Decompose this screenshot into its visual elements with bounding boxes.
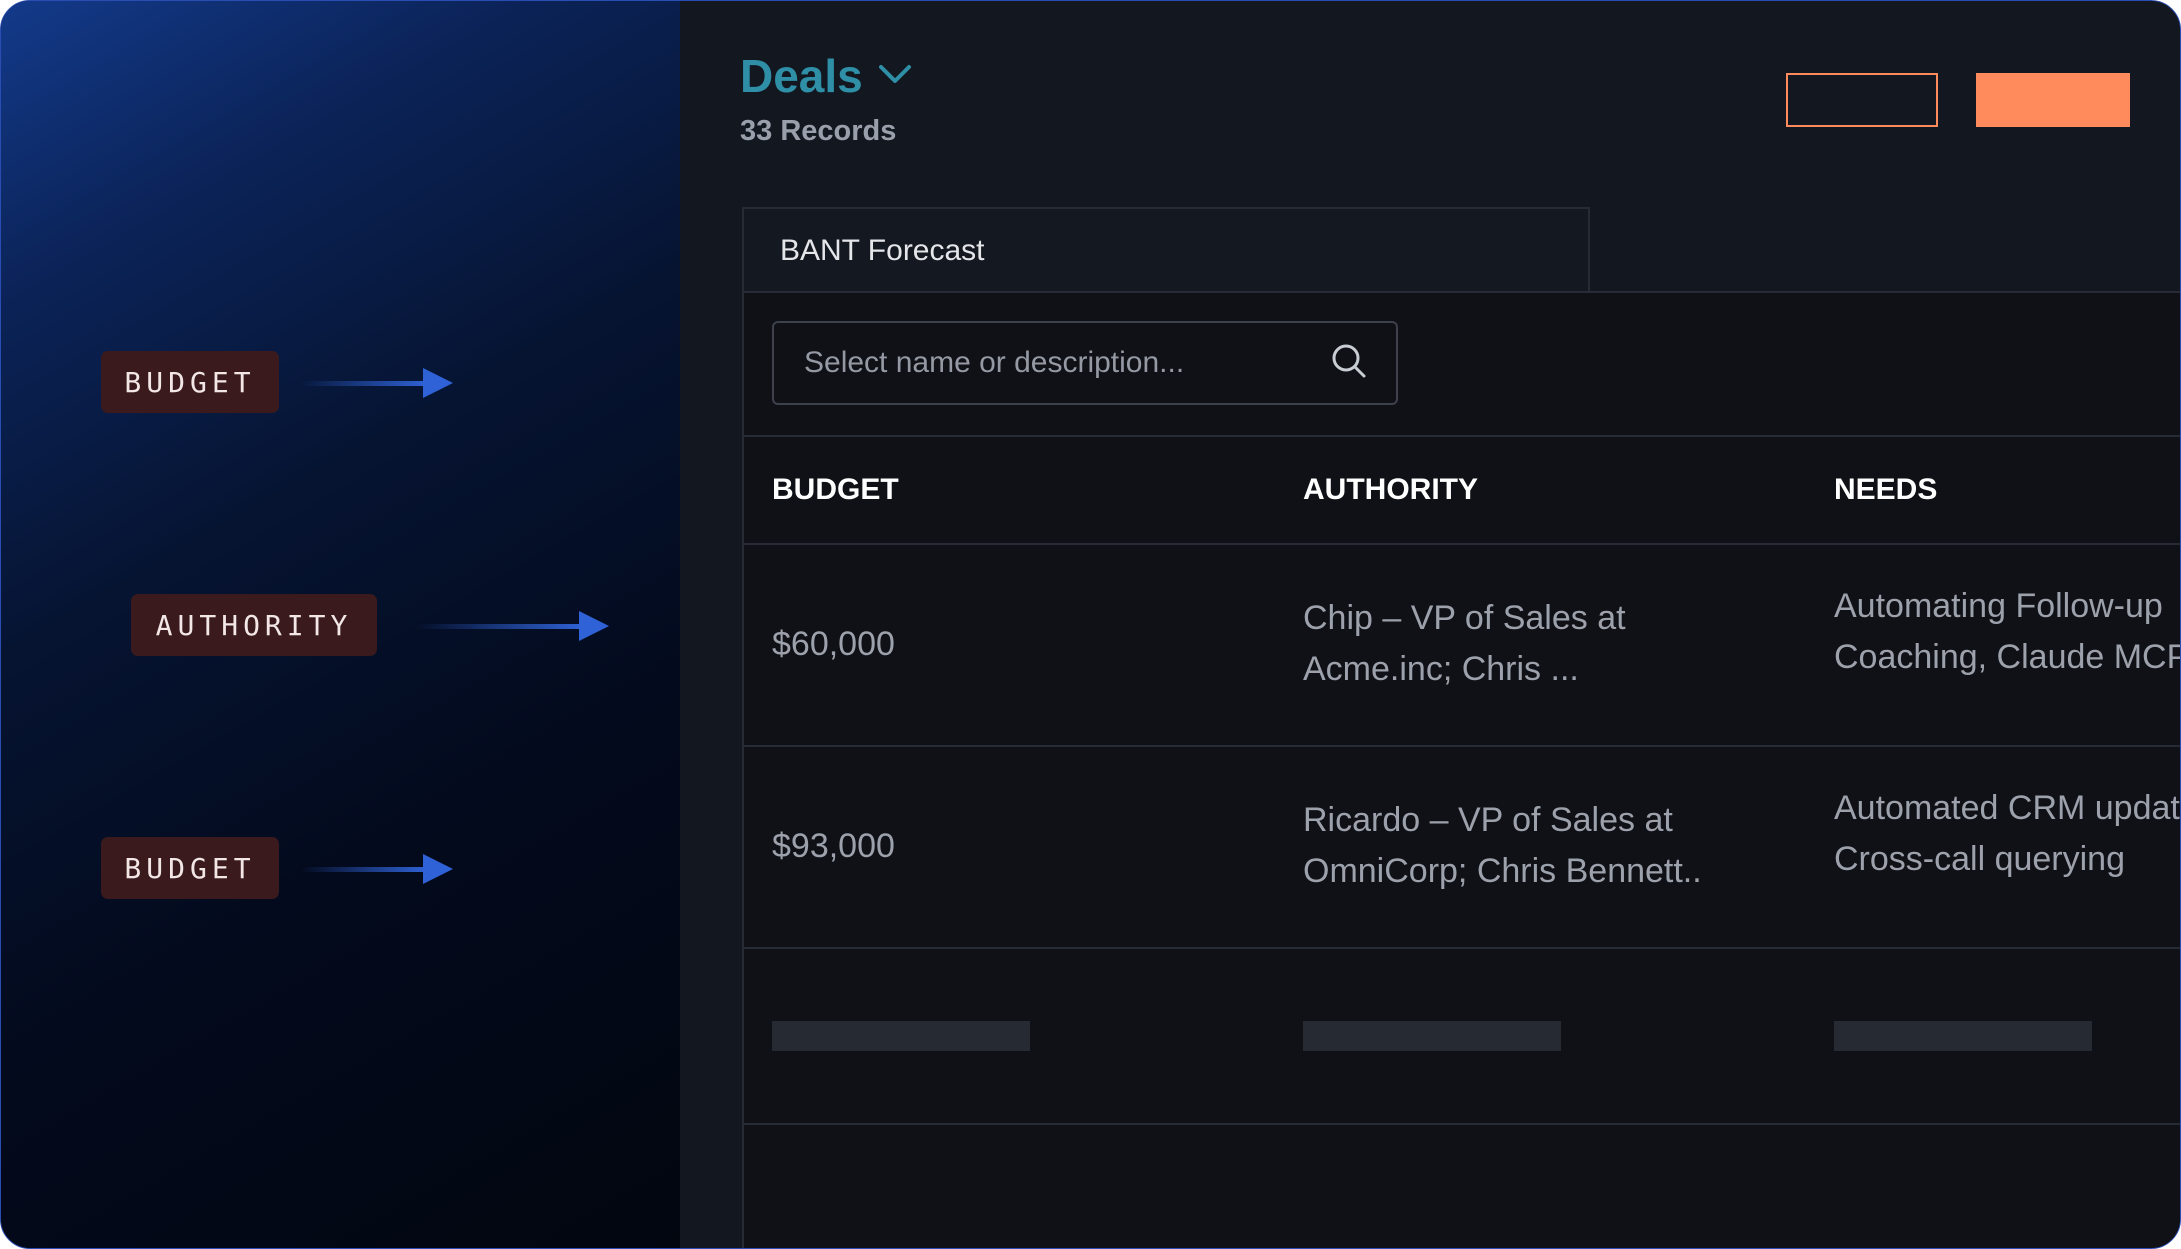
cell-budget: $93,000: [772, 827, 895, 865]
cell-needs: Automated CRM updates Cross-call queryin…: [1834, 783, 2181, 885]
column-header-needs[interactable]: NEEDS: [1834, 437, 1937, 543]
cell-line: Automated CRM updates: [1834, 789, 2181, 827]
search-input[interactable]: [802, 345, 1330, 381]
deals-table: BUDGET AUTHORITY NEEDS $60,000 Chip – VP…: [742, 291, 2180, 1248]
annotation-tag-authority: AUTHORITY: [131, 594, 377, 656]
loading-placeholder: [1834, 1021, 2092, 1051]
cell-budget: $60,000: [772, 625, 895, 663]
cell-line: Ricardo – VP of Sales at: [1303, 801, 1673, 839]
main-panel: Deals 33 Records BANT Forecast Select na…: [680, 1, 2180, 1248]
cell-authority: Chip – VP of Sales at Acme.inc; Chris ..…: [1303, 593, 1626, 695]
primary-action-button[interactable]: [1976, 73, 2130, 127]
cell-line: Automating Follow-up: [1834, 587, 2163, 625]
column-header-authority[interactable]: AUTHORITY: [1303, 437, 1478, 543]
arrow-right-icon: [301, 366, 457, 400]
search-bar-row: [744, 293, 2180, 437]
cell-authority: Ricardo – VP of Sales at OmniCorp; Chris…: [1303, 795, 1702, 897]
cell-line: Acme.inc; Chris ...: [1303, 650, 1579, 688]
table-row[interactable]: $93,000 Ricardo – VP of Sales at OmniCor…: [744, 747, 2180, 949]
annotation-tag-budget: BUDGET: [101, 837, 279, 899]
annotation-panel: BUDGET AUTHORITY BUDGET: [1, 1, 680, 1248]
chevron-down-icon[interactable]: [877, 62, 913, 91]
annotation-tag-budget: BUDGET: [101, 351, 279, 413]
column-header-budget[interactable]: BUDGET: [772, 437, 899, 543]
cell-line: OmniCorp; Chris Bennett..: [1303, 852, 1702, 890]
arrow-right-icon: [417, 609, 613, 643]
tab-bant-forecast[interactable]: BANT Forecast: [742, 207, 1590, 293]
loading-placeholder: [1303, 1021, 1561, 1051]
page-title: Deals: [740, 50, 863, 102]
loading-row: [744, 949, 2180, 1125]
table-header: BUDGET AUTHORITY NEEDS: [744, 437, 2180, 545]
cell-line: Chip – VP of Sales at: [1303, 599, 1626, 637]
arrow-right-icon: [301, 852, 457, 886]
table-row[interactable]: $60,000 Chip – VP of Sales at Acme.inc; …: [744, 545, 2180, 747]
cell-line: Cross-call querying: [1834, 840, 2125, 878]
record-count: 33 Records: [740, 115, 897, 147]
search-icon[interactable]: [1330, 342, 1368, 385]
tab-label: BANT Forecast: [780, 234, 985, 267]
secondary-action-button[interactable]: [1786, 73, 1938, 127]
cell-line: Coaching, Claude MCP: [1834, 638, 2181, 676]
loading-placeholder: [772, 1021, 1030, 1051]
app-frame: BUDGET AUTHORITY BUDGET Deals 33 Records…: [0, 0, 2181, 1249]
cell-needs: Automating Follow-up Coaching, Claude MC…: [1834, 581, 2181, 683]
title-dropdown[interactable]: Deals: [740, 49, 913, 103]
search-box[interactable]: [772, 321, 1398, 405]
